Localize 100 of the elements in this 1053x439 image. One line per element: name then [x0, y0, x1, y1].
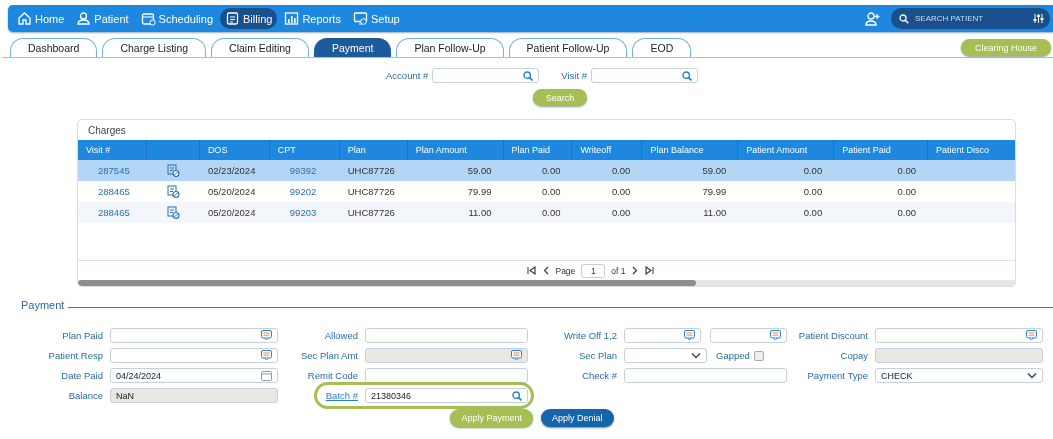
input-field[interactable] [710, 328, 787, 343]
home-icon [17, 11, 32, 26]
search-icon [899, 13, 909, 24]
input-field[interactable] [624, 328, 701, 343]
batch-link[interactable]: Batch # [320, 390, 358, 401]
input-field[interactable] [875, 328, 1043, 343]
table-link[interactable]: 288465 [98, 186, 130, 197]
dropdown[interactable]: CHECK [875, 368, 1043, 383]
scrollbar[interactable] [78, 280, 1015, 286]
table-cell: 0.00 [803, 207, 823, 218]
section-title: Payment [21, 299, 65, 311]
nav-item[interactable]: Home [12, 8, 70, 29]
page-count: of 1 [611, 265, 626, 276]
table-cell: 0.00 [542, 207, 561, 218]
previous-icon[interactable] [543, 266, 550, 275]
field-value: NaN [116, 390, 135, 401]
first-page-icon[interactable] [527, 266, 538, 275]
chevron-down-icon [691, 352, 701, 359]
nav-item[interactable]: Patient [71, 8, 134, 29]
field-label: Visit # [561, 70, 587, 81]
note-icon[interactable] [261, 330, 272, 341]
nav-item[interactable]: Billing [220, 8, 278, 29]
table-cell: 0.00 [803, 186, 823, 197]
add-user-icon[interactable] [865, 10, 881, 27]
field-label: Check # [581, 370, 617, 381]
tab[interactable]: Payment [313, 38, 392, 57]
table-link[interactable]: 99202 [289, 186, 317, 197]
input-field[interactable]: 21380346 [365, 388, 528, 403]
calendar-icon[interactable] [261, 370, 272, 381]
page-input[interactable]: 1 [581, 263, 606, 278]
table-link[interactable]: 287545 [98, 165, 130, 176]
table-cell: 0.00 [803, 165, 823, 176]
field-label: Payment Type [806, 370, 868, 381]
tab[interactable]: Plan Follow-Up [396, 38, 504, 57]
input-field[interactable] [110, 348, 278, 363]
field-label: Gapped [716, 350, 750, 361]
panel-title: Charges [87, 124, 127, 138]
chevron-down-icon [1027, 372, 1037, 379]
note-icon[interactable] [1026, 330, 1037, 341]
table-cell: 0.00 [897, 186, 917, 197]
search-icon[interactable] [512, 390, 522, 401]
checkbox[interactable] [753, 350, 764, 361]
nav-item[interactable]: Reports [279, 8, 346, 29]
search-placeholder: SEARCH PATIENT [915, 14, 985, 23]
field-label: Patient Discount [797, 330, 868, 341]
table-row[interactable]: 287545 02/23/2024 99392 UHC87726 59.00 0.00 0.00 59.00 0.00 0.00 [78, 160, 1015, 181]
table-cell: 0.00 [897, 165, 917, 176]
table-cell: 0.00 [542, 186, 561, 197]
nav-item[interactable]: Scheduling [135, 8, 219, 29]
search-icon [681, 70, 692, 81]
next-icon[interactable] [631, 266, 638, 275]
field-label: Patient Resp [47, 350, 103, 361]
note-icon[interactable] [261, 350, 272, 361]
field-value: 04/24/2024 [116, 370, 163, 381]
document-icon[interactable] [166, 164, 180, 177]
table-cell: 0.00 [897, 207, 917, 218]
note-icon[interactable] [770, 330, 781, 341]
table-link[interactable]: 99203 [289, 207, 317, 218]
input-field[interactable]: 04/24/2024 [110, 368, 278, 383]
field-label: Sec Plan [577, 350, 617, 361]
input-field[interactable] [110, 328, 278, 343]
sliders-icon[interactable] [1033, 13, 1044, 24]
apply-button[interactable]: Apply Denial [541, 409, 614, 427]
calendar-icon [140, 11, 156, 26]
table-cell: 79.99 [702, 186, 727, 197]
patient-search-field[interactable]: SEARCH PATIENT [891, 8, 1050, 29]
nav-item[interactable]: Setup [347, 8, 405, 29]
field-value: 21380346 [371, 390, 413, 401]
table-row[interactable]: 288465 05/20/2024 99203 UHC87726 11.00 0.00 0.00 11.00 0.00 0.00 [78, 202, 1015, 223]
input-field[interactable] [432, 68, 540, 83]
table-cell: UHC87726 [347, 207, 395, 218]
tab[interactable]: Dashboard [10, 38, 98, 57]
last-page-icon[interactable] [643, 266, 654, 275]
field-label: Sec Plan Amt [299, 350, 358, 361]
page-label: Page [555, 265, 576, 276]
input-field[interactable] [590, 68, 698, 83]
table-cell: 05/20/2024 [207, 207, 256, 218]
field-label: Date Paid [60, 370, 103, 381]
table-cell: 0.00 [611, 207, 631, 218]
tab[interactable]: EOD [632, 38, 692, 57]
table-cell: 11.00 [703, 207, 727, 218]
table-cell: 0.00 [611, 186, 631, 197]
field-label: Copay [839, 350, 868, 361]
tab[interactable]: Patient Follow-Up [508, 38, 628, 57]
tab[interactable]: Charge Listing [102, 38, 207, 57]
document-icon[interactable] [166, 185, 180, 198]
table-link[interactable]: 288465 [98, 207, 130, 218]
field-label: Write Off 1,2 [563, 330, 617, 341]
document-icon[interactable] [166, 206, 180, 219]
tab[interactable]: Claim Editing [211, 38, 309, 57]
table-link[interactable]: 99392 [289, 165, 317, 176]
table-cell: 02/23/2024 [207, 165, 256, 176]
column-header[interactable]: Patient Disco [928, 140, 1015, 160]
field-label: Remit Code [306, 370, 358, 381]
field-label: Account # [386, 70, 429, 81]
note-icon[interactable] [684, 330, 695, 341]
input-field[interactable] [624, 368, 787, 383]
table-row[interactable]: 288465 05/20/2024 99202 UHC87726 79.99 0.00 0.00 79.99 0.00 0.00 [78, 181, 1015, 202]
table-cell: UHC87726 [347, 186, 395, 197]
input-field[interactable] [365, 328, 528, 343]
